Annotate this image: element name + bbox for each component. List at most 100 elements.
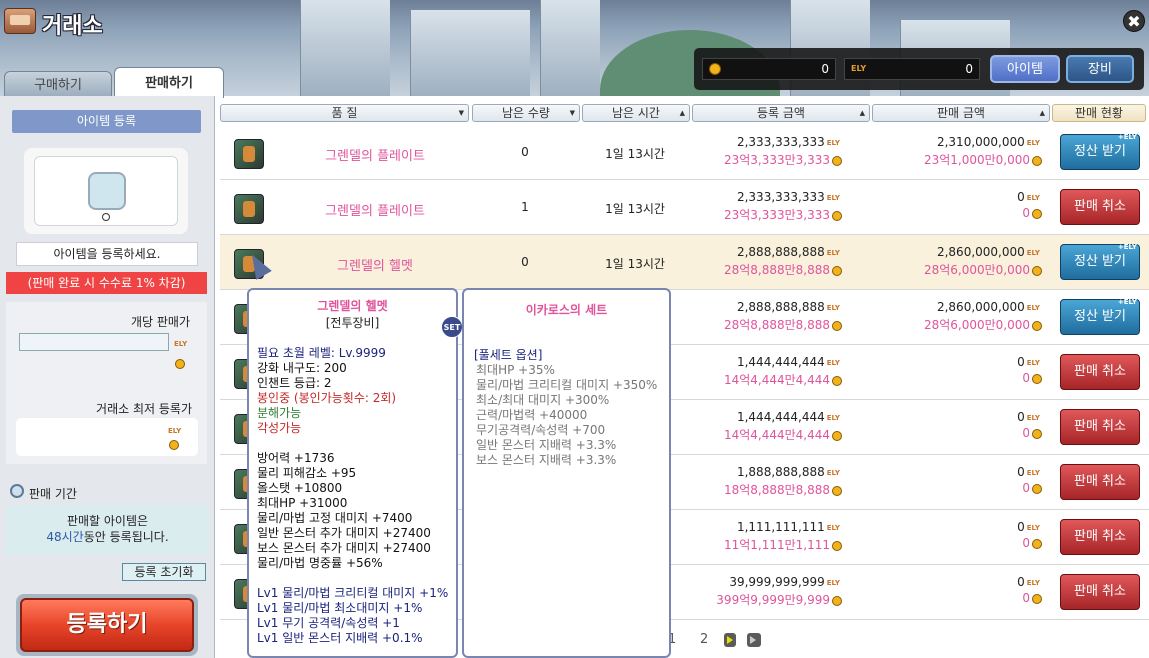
last-page-icon[interactable] xyxy=(747,633,761,647)
ely-amount: 0 xyxy=(965,62,973,76)
cancel-sale-button[interactable]: 판매 취소 xyxy=(1060,354,1140,390)
register-button[interactable]: 등록하기 xyxy=(16,594,198,656)
cancel-sale-button[interactable]: 판매 취소 xyxy=(1060,464,1140,500)
meso-coin-icon xyxy=(832,540,842,551)
table-row[interactable]: 그렌델의 플레이트 0 1일 13시간 2,333,333,333 ELY 23억… xyxy=(220,125,1149,180)
ely-icon: ELY xyxy=(826,578,840,587)
tab-buy[interactable]: 구매하기 xyxy=(4,71,112,98)
table-row[interactable]: 그렌델의 플레이트 1 1일 13시간 2,333,333,333 ELY 23억… xyxy=(220,180,1149,235)
sale-price-korean: 28억6,000만0,000 xyxy=(870,261,1042,278)
remaining-time: 1일 13시간 xyxy=(605,147,665,161)
cancel-sale-button[interactable]: 판매 취소 xyxy=(1060,574,1140,610)
cancel-sale-button[interactable]: 판매 취소 xyxy=(1060,409,1140,445)
item-stat-line: 최대HP +31000 xyxy=(257,496,348,510)
reg-price-value: 39,999,999,999 xyxy=(729,575,825,589)
sale-price-value: 0 xyxy=(1017,575,1025,589)
item-stat-line: Lv1 무기 공격력/속성력 +1 xyxy=(257,616,400,630)
period-info: 판매할 아이템은 48시간동안 등록됩니다. xyxy=(6,505,209,555)
item-stat-line: 강화 내구도: 200 xyxy=(257,361,347,375)
reg-price-value: 2,888,888,888 xyxy=(736,300,825,314)
register-header: 아이템 등록 xyxy=(12,110,201,133)
reg-price-korean-value: 23억3,333만3,333 xyxy=(723,153,830,167)
settle-button[interactable]: +ELY 정산 받기 xyxy=(1060,243,1140,280)
sale-price: 0 ELY xyxy=(870,575,1040,589)
col-grade-header[interactable]: 품 질 ▼ xyxy=(220,104,469,122)
sale-price-korean: 23억1,000만0,000 xyxy=(870,151,1042,168)
item-stat-line: Lv1 물리/마법 크리티컬 대미지 +1% xyxy=(257,586,449,600)
reg-price-korean: 14억4,444만4,444 xyxy=(690,371,842,388)
set-option-line: [풀세트 옵션] xyxy=(474,348,543,362)
sale-price-korean-value: 28억6,000만0,000 xyxy=(923,263,1030,277)
item-drop-slot[interactable] xyxy=(88,172,126,210)
settle-button[interactable]: +ELY 정산 받기 xyxy=(1060,133,1140,170)
period-line2-text: 동안 등록됩니다. xyxy=(83,530,169,544)
ely-icon: ELY xyxy=(1026,413,1040,422)
meso-coin-icon xyxy=(1032,320,1042,331)
sale-price: 0 ELY xyxy=(870,410,1040,424)
ely-badge: +ELY xyxy=(1117,243,1137,251)
ely-icon: ELY xyxy=(826,138,840,147)
item-name: 그렌델의 헬멧 xyxy=(337,259,413,274)
unit-price-label: 개당 판매가 xyxy=(130,315,190,329)
close-button[interactable]: ✖ xyxy=(1123,10,1145,32)
equip-filter-button[interactable]: 장비 xyxy=(1066,55,1134,83)
reg-price-value: 1,444,444,444 xyxy=(736,410,825,424)
action-label: 정산 받기 xyxy=(1074,144,1126,159)
sale-price-value: 2,860,000,000 xyxy=(936,245,1025,259)
reg-price-korean-value: 11억1,111만1,111 xyxy=(723,538,830,552)
reg-price-korean-value: 28억8,888만8,888 xyxy=(723,318,830,332)
set-option-line: 물리/마법 크리티컬 대미지 +350% xyxy=(476,378,658,392)
reg-price-value: 1,888,888,888 xyxy=(736,465,825,479)
meso-coin-icon xyxy=(832,485,842,496)
item-stat-line: 물리 피해감소 +95 xyxy=(257,466,357,480)
col-sale-price-header[interactable]: 판매 금액 ▲ xyxy=(872,104,1050,122)
item-stat-line xyxy=(257,436,457,451)
item-stat-line: 일반 몬스터 추가 대미지 +27400 xyxy=(257,526,431,540)
currency-bar: 0 ELY 0 아이템 장비 xyxy=(694,48,1144,90)
cancel-sale-button[interactable]: 판매 취소 xyxy=(1060,519,1140,555)
reg-price-korean: 14억4,444만4,444 xyxy=(690,426,842,443)
period-line1: 판매할 아이템은 xyxy=(66,514,149,528)
next-page-icon[interactable] xyxy=(724,633,736,647)
meso-coin-icon xyxy=(832,320,842,331)
item-stat-line: 봉인중 (봉인가능횟수: 2회) xyxy=(257,391,397,405)
col-reg-price-header[interactable]: 등록 금액 ▲ xyxy=(692,104,870,122)
tooltip-item-stats: 필요 초월 레벨: Lv.9999 강화 내구도: 200 인챈트 등급: 2 봉인중… xyxy=(257,346,457,646)
sort-down-icon: ▼ xyxy=(458,109,464,117)
meso-coin-icon xyxy=(1032,593,1042,604)
set-badge-icon: SET xyxy=(441,316,463,338)
background-building xyxy=(300,0,390,96)
page-2-link[interactable]: 2 xyxy=(700,632,708,647)
meso-coin-icon xyxy=(832,595,842,606)
set-option-line: 보스 몬스터 지배력 +3.3% xyxy=(476,453,617,467)
reg-price-korean: 23억3,333만3,333 xyxy=(690,206,842,223)
sale-price: 0 ELY xyxy=(870,520,1040,534)
ely-icon: ELY xyxy=(1026,468,1040,477)
slot-indicator xyxy=(102,213,110,221)
ely-icon: ELY xyxy=(826,413,840,422)
tooltip-set-name: 이카로스의 세트 xyxy=(525,303,608,317)
item-tooltip: 그렌델의 헬멧 [전투장비] 필요 초월 레벨: Lv.9999 강화 내구도: … xyxy=(247,288,458,658)
sale-price-value: 0 xyxy=(1017,465,1025,479)
reset-button[interactable]: 등록 초기화 xyxy=(122,563,206,581)
sale-price-value: 2,860,000,000 xyxy=(936,300,1025,314)
col-time-header[interactable]: 남은 시간 ▲ xyxy=(582,104,690,122)
table-row[interactable]: 그렌델의 헬멧 0 1일 13시간 2,888,888,888 ELY 28억8,… xyxy=(220,235,1149,290)
ely-icon: ELY xyxy=(168,427,182,435)
ely-icon: ELY xyxy=(1026,578,1040,587)
reg-price: 2,333,333,333 ELY xyxy=(690,135,840,149)
unit-price-input[interactable] xyxy=(19,333,169,351)
ely-icon: ELY xyxy=(826,193,840,202)
item-icon xyxy=(234,139,264,169)
item-filter-button[interactable]: 아이템 xyxy=(990,55,1060,83)
item-stat-line xyxy=(257,571,457,586)
reg-price-value: 1,111,111,111 xyxy=(736,520,825,534)
sale-price: 0 ELY xyxy=(870,355,1040,369)
cancel-sale-button[interactable]: 판매 취소 xyxy=(1060,189,1140,225)
tab-sell[interactable]: 판매하기 xyxy=(114,67,224,98)
remaining-qty: 0 xyxy=(521,255,529,269)
ely-icon: ELY xyxy=(1026,138,1040,147)
register-message: 아이템을 등록하세요. xyxy=(16,242,198,266)
settle-button[interactable]: +ELY 정산 받기 xyxy=(1060,298,1140,335)
col-qty-header[interactable]: 남은 수량 ▼ xyxy=(472,104,580,122)
